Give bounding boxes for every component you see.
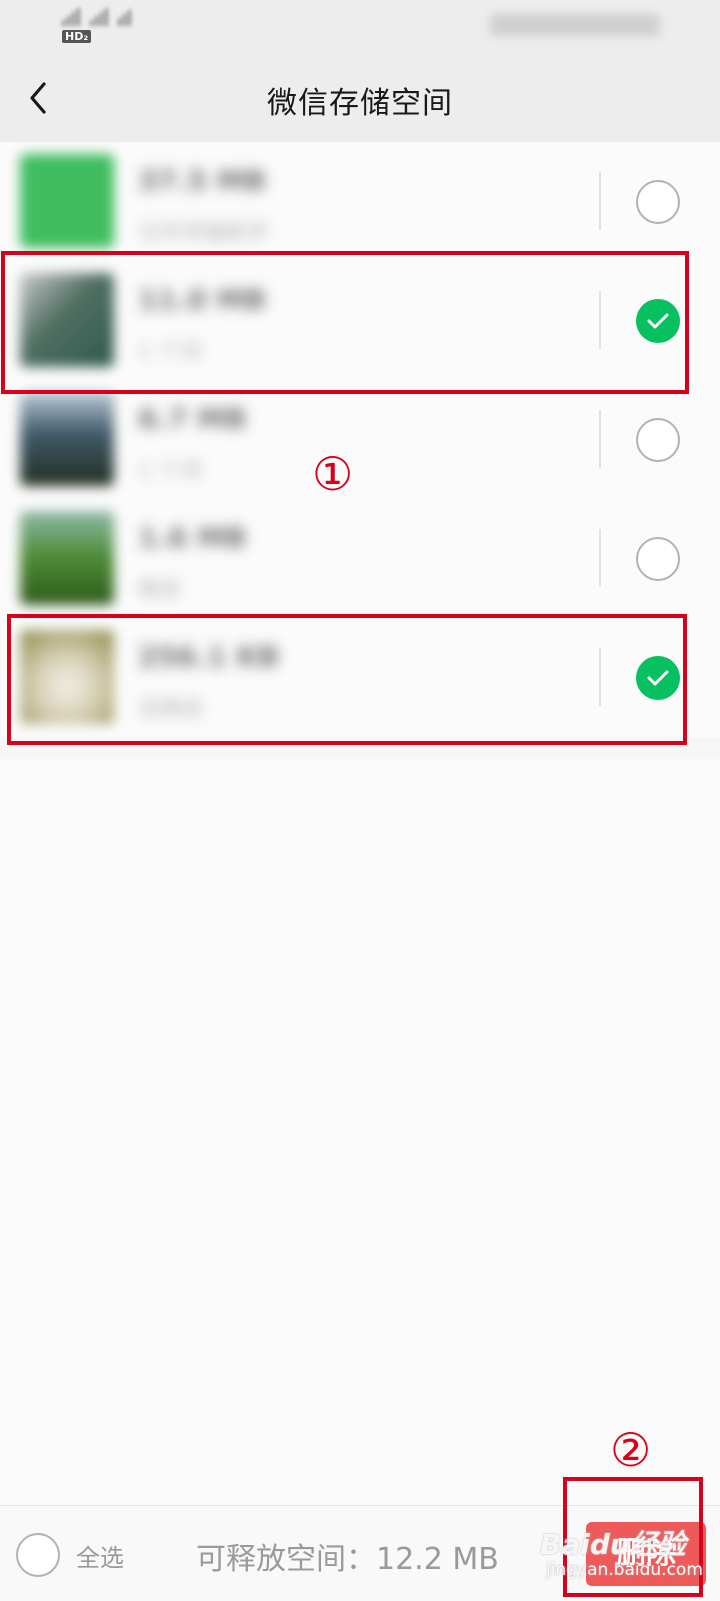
item-subtitle: 1 个月 <box>138 340 203 365</box>
chat-avatar <box>20 154 114 248</box>
item-checkbox[interactable] <box>636 418 680 462</box>
list-item[interactable]: 11.0 MB 1 个月 <box>0 261 720 380</box>
divider <box>599 172 601 230</box>
signal-icon <box>90 8 108 26</box>
item-checkbox[interactable] <box>636 180 680 224</box>
annotation-marker-1: ① <box>312 447 354 501</box>
list-item[interactable]: 6.7 MB 1 个月 <box>0 380 720 499</box>
item-size: 11.0 MB <box>138 283 267 316</box>
item-checkbox-checked[interactable] <box>636 299 680 343</box>
checkmark-icon <box>647 670 669 686</box>
divider <box>599 291 601 349</box>
item-checkbox[interactable] <box>636 537 680 581</box>
select-all-label[interactable]: 全选 <box>76 1538 124 1573</box>
item-size: 37.5 MB <box>138 164 267 197</box>
chat-avatar <box>20 511 114 605</box>
chat-avatar <box>20 273 114 367</box>
item-checkbox-checked[interactable] <box>636 656 680 700</box>
storage-list: 37.5 MB 文件传输助手 11.0 MB 1 个月 6.7 MB 1 个月 … <box>0 142 720 737</box>
page-title: 微信存储空间 <box>267 86 453 121</box>
empty-area <box>0 757 720 1505</box>
chat-avatar <box>20 392 114 486</box>
status-bar: HD₂ <box>0 0 720 56</box>
divider <box>599 529 601 587</box>
divider <box>599 410 601 468</box>
list-item[interactable]: 1.6 MB 剩余 <box>0 499 720 618</box>
nav-bar: 微信存储空间 <box>0 56 720 142</box>
item-subtitle: 文件传输助手 <box>138 221 271 246</box>
annotation-marker-2: ② <box>610 1423 652 1477</box>
item-subtitle: 无剩余 <box>138 697 205 722</box>
free-space-text: 可释放空间：12.2 MB <box>196 1542 499 1577</box>
item-subtitle: 1 个月 <box>138 459 203 484</box>
delete-button[interactable]: 删除 <box>586 1522 706 1586</box>
chat-avatar <box>20 630 114 724</box>
item-subtitle: 剩余 <box>138 578 183 603</box>
list-item[interactable]: 256.1 KB 无剩余 <box>0 618 720 737</box>
bottom-bar: 全选 可释放空间：12.2 MB 删除 <box>0 1505 720 1601</box>
item-size: 256.1 KB <box>138 640 280 673</box>
select-all-checkbox[interactable] <box>16 1533 60 1577</box>
hd-icon: HD₂ <box>62 30 92 43</box>
signal-icon <box>62 8 80 26</box>
item-size: 6.7 MB <box>138 402 247 435</box>
item-size: 1.6 MB <box>138 521 247 554</box>
divider <box>599 648 601 706</box>
wifi-icon <box>118 10 131 26</box>
signal-icons <box>62 8 131 26</box>
list-item[interactable]: 37.5 MB 文件传输助手 <box>0 142 720 261</box>
status-right-icons <box>490 14 660 36</box>
checkmark-icon <box>647 313 669 329</box>
